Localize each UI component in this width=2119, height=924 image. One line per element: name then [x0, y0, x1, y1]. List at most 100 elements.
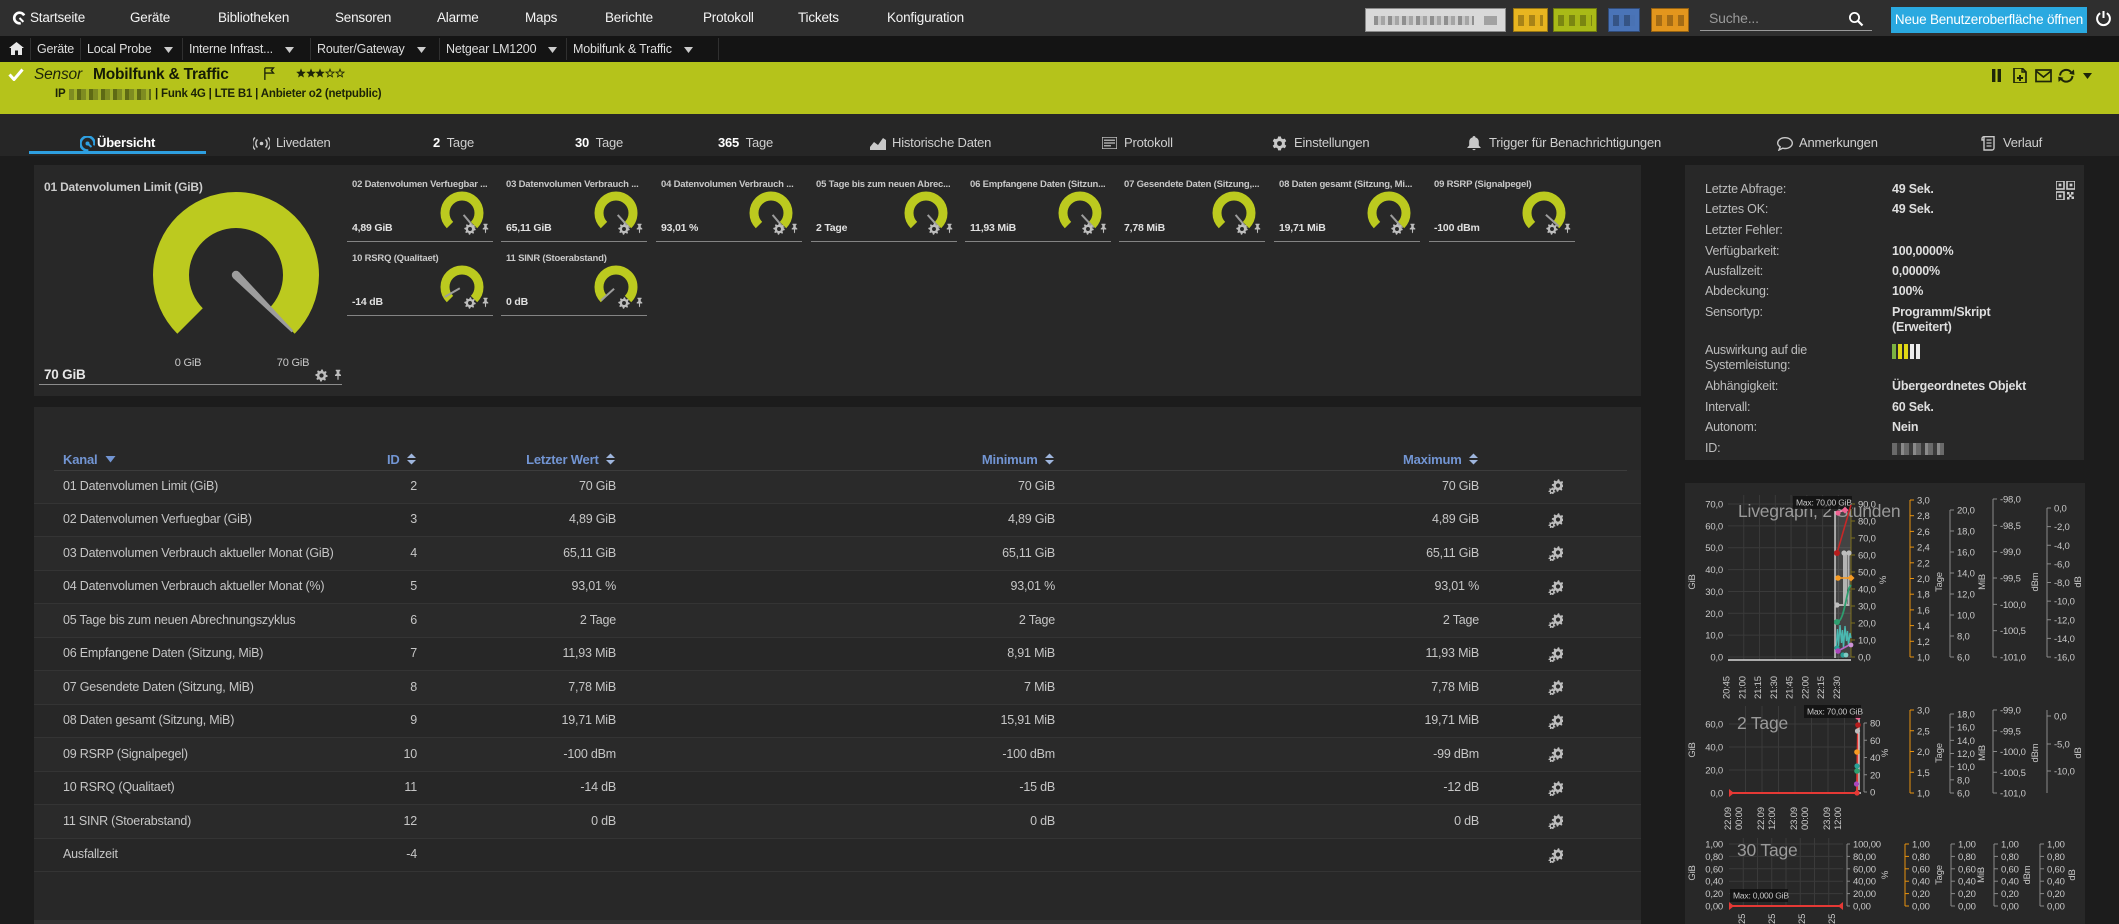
svg-text:dB: dB	[2073, 747, 2084, 758]
svg-text:0,0: 0,0	[1710, 653, 1723, 664]
svg-text:-100,0: -100,0	[2000, 747, 2026, 758]
svg-text:-5,0: -5,0	[2054, 740, 2070, 751]
svg-text:dBm: dBm	[2030, 743, 2041, 762]
svg-text:-12,0: -12,0	[2054, 615, 2075, 626]
svg-text:23.09: 23.09	[1822, 807, 1833, 830]
svg-text:0,40: 0,40	[2001, 877, 2019, 888]
svg-text:6,0: 6,0	[1957, 653, 1970, 664]
svg-text:10,0: 10,0	[1957, 611, 1975, 622]
svg-text:Max: 0,000 GiB: Max: 0,000 GiB	[1733, 891, 1789, 901]
svg-text:MiB: MiB	[1977, 745, 1988, 761]
svg-text:0,60: 0,60	[1912, 864, 1930, 875]
svg-text:60,0: 60,0	[1705, 720, 1723, 731]
svg-text:2,0: 2,0	[1917, 747, 1930, 758]
svg-text:18,0: 18,0	[1957, 527, 1975, 538]
svg-text:-100,5: -100,5	[2000, 768, 2026, 779]
svg-text:18,0: 18,0	[1957, 710, 1975, 721]
svg-text:-98,5: -98,5	[2000, 521, 2021, 532]
svg-text:-4,0: -4,0	[2054, 541, 2070, 552]
svg-text:14,0: 14,0	[1957, 736, 1975, 747]
svg-text:GiB: GiB	[1687, 742, 1698, 757]
svg-text:0,40: 0,40	[1958, 877, 1976, 888]
svg-text:21:45: 21:45	[1785, 676, 1796, 699]
svg-text:GiB: GiB	[1687, 574, 1698, 589]
svg-text:-99,5: -99,5	[2000, 726, 2021, 737]
svg-text:dB: dB	[2073, 576, 2084, 587]
svg-text:16,0: 16,0	[1957, 723, 1975, 734]
svg-text:12:00: 12:00	[1833, 807, 1844, 830]
svg-text:10,0: 10,0	[1957, 762, 1975, 773]
svg-text:0: 0	[1870, 788, 1875, 799]
svg-text:dB: dB	[2067, 869, 2078, 880]
svg-text:-100,0: -100,0	[2000, 600, 2026, 611]
svg-text:0,20: 0,20	[1705, 889, 1723, 900]
svg-text:0,80: 0,80	[2001, 852, 2019, 863]
svg-text:50,0: 50,0	[1858, 568, 1876, 579]
svg-text:-100,5: -100,5	[2000, 626, 2026, 637]
svg-text:80,00: 80,00	[1853, 852, 1876, 863]
svg-text:-2,0: -2,0	[2054, 522, 2070, 533]
svg-text:-98,0: -98,0	[2000, 495, 2021, 506]
svg-text:-101,0: -101,0	[2000, 789, 2026, 800]
svg-text:1,00: 1,00	[1958, 840, 1976, 851]
svg-text:Tage: Tage	[1934, 743, 1945, 763]
svg-text:0,60: 0,60	[1705, 864, 1723, 875]
svg-text:MiB: MiB	[1976, 867, 1987, 883]
svg-text:22:30: 22:30	[1832, 676, 1843, 699]
svg-text:1,0: 1,0	[1917, 789, 1930, 800]
svg-text:00:00: 00:00	[1800, 807, 1811, 830]
svg-text:2,2: 2,2	[1917, 558, 1930, 569]
svg-text:20,0: 20,0	[1705, 766, 1723, 777]
svg-text:0,00: 0,00	[1958, 902, 1976, 913]
svg-text:2 Tage: 2 Tage	[1737, 713, 1788, 733]
svg-text:14,0: 14,0	[1957, 569, 1975, 580]
svg-text:20,0: 20,0	[1705, 609, 1723, 620]
svg-text:0,80: 0,80	[2047, 852, 2065, 863]
svg-text:70,0: 70,0	[1705, 500, 1723, 511]
svg-text:-99,0: -99,0	[2000, 706, 2021, 717]
svg-text:1,00: 1,00	[2001, 840, 2019, 851]
svg-text:0,0: 0,0	[1858, 653, 1871, 664]
svg-text:10,0: 10,0	[1705, 631, 1723, 642]
svg-text:20:45: 20:45	[1722, 676, 1733, 699]
svg-text:22:00: 22:00	[1800, 676, 1811, 699]
svg-text:23.09: 23.09	[1789, 807, 1800, 830]
svg-text:0,00: 0,00	[1912, 902, 1930, 913]
svg-text:0,40: 0,40	[1705, 877, 1723, 888]
svg-text:0,20: 0,20	[2001, 889, 2019, 900]
svg-text:0,40: 0,40	[2047, 877, 2065, 888]
svg-text:-6,0: -6,0	[2054, 559, 2070, 570]
svg-text:-10,0: -10,0	[2054, 767, 2075, 778]
svg-text:0,60: 0,60	[2047, 864, 2065, 875]
svg-text:3,0: 3,0	[1917, 706, 1930, 717]
svg-text:0,60: 0,60	[2001, 864, 2019, 875]
svg-text:25: 25	[1827, 914, 1838, 924]
svg-text:1,00: 1,00	[1912, 840, 1930, 851]
svg-text:-16,0: -16,0	[2054, 653, 2075, 664]
svg-text:2,6: 2,6	[1917, 527, 1930, 538]
svg-text:%: %	[1878, 575, 1889, 584]
svg-text:0,80: 0,80	[1958, 852, 1976, 863]
svg-text:21:30: 21:30	[1769, 676, 1780, 699]
svg-text:30 Tage: 30 Tage	[1737, 840, 1798, 860]
svg-text:0,0: 0,0	[1710, 789, 1723, 800]
svg-text:12,0: 12,0	[1957, 749, 1975, 760]
svg-text:60: 60	[1870, 736, 1880, 747]
svg-text:40,0: 40,0	[1705, 565, 1723, 576]
svg-text:70,0: 70,0	[1858, 534, 1876, 545]
svg-text:%: %	[1880, 748, 1891, 757]
svg-text:60,0: 60,0	[1858, 551, 1876, 562]
svg-text:20,0: 20,0	[1957, 506, 1975, 517]
svg-text:50,0: 50,0	[1705, 543, 1723, 554]
svg-text:1,4: 1,4	[1917, 621, 1930, 632]
svg-text:0,20: 0,20	[1958, 889, 1976, 900]
svg-text:1,0: 1,0	[1917, 653, 1930, 664]
svg-text:0,00: 0,00	[2001, 902, 2019, 913]
svg-text:0,40: 0,40	[1912, 877, 1930, 888]
svg-text:Max: 70,00 GiB: Max: 70,00 GiB	[1796, 498, 1852, 508]
svg-text:0,60: 0,60	[1958, 864, 1976, 875]
svg-text:8,0: 8,0	[1957, 775, 1970, 786]
svg-text:0,20: 0,20	[2047, 889, 2065, 900]
svg-text:-101,0: -101,0	[2000, 653, 2026, 664]
svg-text:25: 25	[1767, 914, 1778, 924]
